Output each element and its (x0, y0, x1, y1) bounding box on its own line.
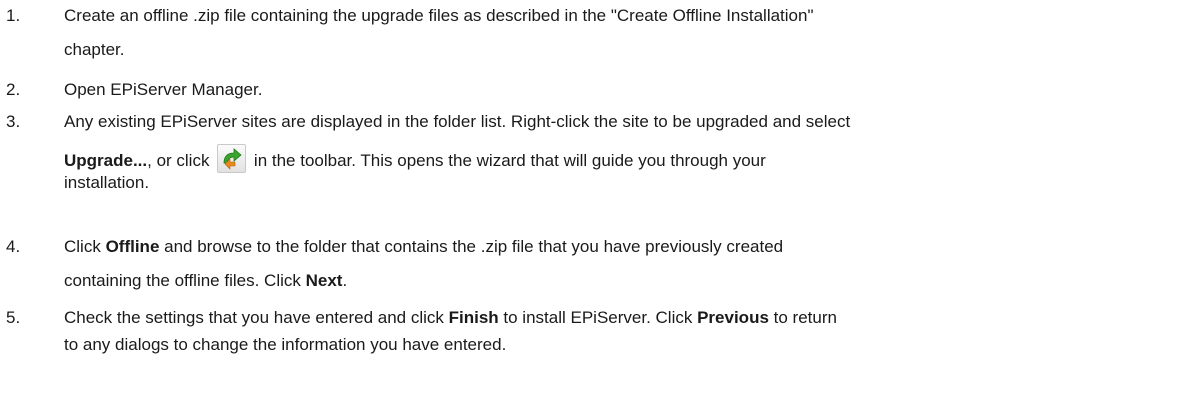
step-number: 1. (6, 6, 21, 25)
step-5-line-2: to any dialogs to change the information… (64, 335, 507, 354)
previous-button-label: Previous (697, 308, 769, 327)
upgrade-instructions-list: 1. Create an offline .zip file containin… (0, 0, 1187, 396)
step-1-line-2: chapter. (64, 40, 125, 59)
step-text: Check the settings that you have entered… (64, 308, 1174, 355)
step-4-line-2: containing the offline files. Click Next… (64, 271, 1174, 291)
step-3-line-3: installation. (64, 173, 150, 192)
step-number: 3. (6, 112, 21, 131)
next-button-label: Next (305, 271, 343, 290)
step-3-text-2: in the toolbar. This opens the wizard th… (249, 151, 766, 170)
step-4-line-1: Click Offline and browse to the folder t… (64, 237, 1174, 257)
upgrade-arrow-icon (223, 148, 242, 170)
step-1-line-1: Create an offline .zip file containing t… (64, 6, 814, 25)
step-4-text-2: and browse to the folder that contains t… (159, 237, 784, 256)
step-4-text-4: . (342, 271, 348, 290)
step-3-line-2: Upgrade..., or click in the toolbar. Thi… (64, 144, 1174, 173)
step-3-line-1: Any existing EPiServer sites are display… (64, 112, 851, 131)
offline-option-label: Offline (105, 237, 160, 256)
step-text: Create an offline .zip file containing t… (64, 6, 1174, 60)
step-text: Open EPiServer Manager. (64, 80, 1174, 100)
step-number: 2. (6, 80, 21, 99)
upgrade-toolbar-icon (217, 144, 247, 173)
step-number: 5. (6, 308, 21, 327)
step-4-text-3: containing the offline files. Click (64, 271, 306, 290)
step-3-text-1: , or click (147, 151, 215, 170)
step-4-text-1: Click (64, 237, 106, 256)
step-5-line-1: Check the settings that you have entered… (64, 308, 1174, 328)
upgrade-menu-label: Upgrade... (64, 151, 148, 170)
step-5-text-1: Check the settings that you have entered… (64, 308, 449, 327)
step-number: 4. (6, 237, 21, 256)
step-5-text-2: to install EPiServer. Click (498, 308, 698, 327)
step-2-line-1: Open EPiServer Manager. (64, 80, 263, 99)
step-text: Any existing EPiServer sites are display… (64, 112, 1174, 193)
step-5-text-3: to return (768, 308, 837, 327)
finish-button-label: Finish (448, 308, 499, 327)
step-text: Click Offline and browse to the folder t… (64, 237, 1174, 291)
